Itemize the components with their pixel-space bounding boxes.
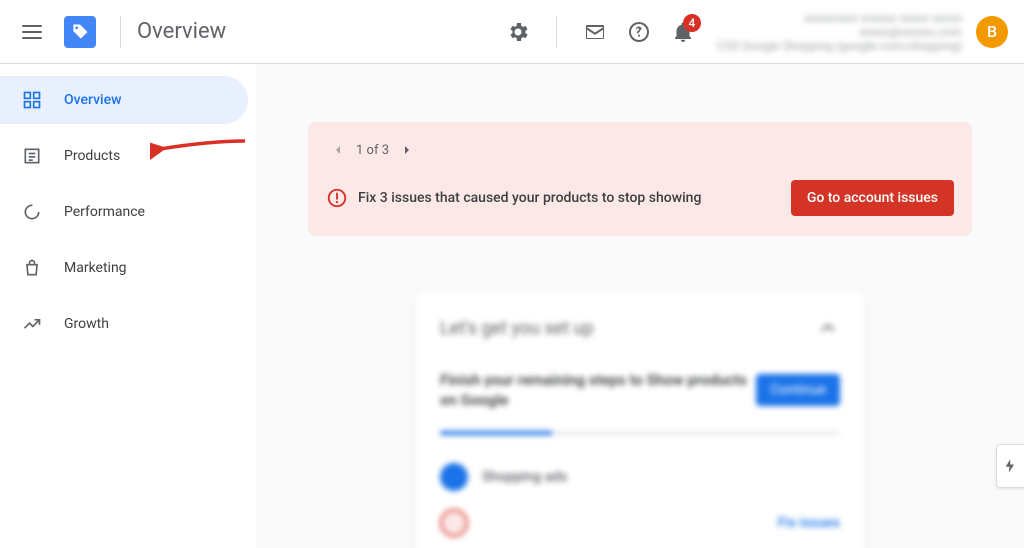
setup-card: Let's get you set up Finish your remaini… (416, 292, 864, 548)
notification-badge: 4 (683, 14, 701, 32)
account-info[interactable]: xxxxxxxxx xxxxxx xxxxx xxxxx xxxxx@xxxxx… (717, 11, 962, 53)
issues-alert-card: 1 of 3 Fix 3 issues that caused your pro… (308, 122, 972, 236)
help-icon (627, 20, 651, 44)
pager-next-button[interactable] (395, 138, 419, 162)
pager-label: 1 of 3 (356, 143, 389, 158)
hamburger-icon (20, 20, 44, 44)
go-to-account-issues-button[interactable]: Go to account issues (791, 180, 954, 216)
step-action[interactable]: Fix issues (778, 515, 840, 531)
step-status-icon (440, 509, 468, 537)
nav-label: Performance (64, 204, 145, 220)
nav-label: Overview (64, 92, 121, 108)
inbox-button[interactable] (575, 12, 615, 52)
nav-item-growth[interactable]: Growth (0, 300, 248, 348)
setup-step-row[interactable]: Shopping ads (440, 463, 840, 491)
error-icon (326, 187, 348, 209)
nav-item-performance[interactable]: Performance (0, 188, 248, 236)
setup-progress-bar (440, 431, 840, 435)
chevron-left-icon (330, 142, 346, 158)
dashboard-icon (20, 88, 44, 112)
list-icon (20, 144, 44, 168)
main-content: 1 of 3 Fix 3 issues that caused your pro… (256, 64, 1024, 548)
header-divider-2 (556, 16, 557, 48)
nav-label: Products (64, 148, 120, 164)
nav-item-overview[interactable]: Overview (0, 76, 248, 124)
gear-icon (506, 20, 530, 44)
alert-pager: 1 of 3 (326, 138, 954, 162)
setup-title: Let's get you set up (440, 318, 816, 339)
nav-item-marketing[interactable]: Marketing (0, 244, 248, 292)
side-navigation: Overview Products Performance Marketing (0, 64, 256, 548)
nav-label: Marketing (64, 260, 127, 276)
chevron-up-icon[interactable] (816, 316, 840, 340)
setup-subhead: Finish your remaining steps to Show prod… (440, 370, 756, 411)
hamburger-menu-button[interactable] (8, 8, 56, 56)
setup-step-row[interactable]: Fix issues (440, 509, 840, 537)
spinner-icon (20, 200, 44, 224)
alert-message: Fix 3 issues that caused your products t… (358, 190, 791, 206)
app-header: Overview 4 xxxxxxxxx xxxxxx xxxxx xxxxx … (0, 0, 1024, 64)
trend-up-icon (20, 312, 44, 336)
settings-button[interactable] (498, 12, 538, 52)
pager-prev-button[interactable] (326, 138, 350, 162)
header-divider (120, 16, 121, 48)
continue-button[interactable]: Continue (756, 374, 840, 406)
help-button[interactable] (619, 12, 659, 52)
mail-icon (583, 20, 607, 44)
step-label: Shopping ads (482, 469, 840, 485)
chevron-right-icon (399, 142, 415, 158)
account-avatar[interactable]: B (976, 16, 1008, 48)
nav-label: Growth (64, 316, 109, 332)
merchant-center-logo[interactable] (60, 12, 100, 52)
step-status-icon (440, 463, 468, 491)
bag-icon (20, 256, 44, 280)
lightning-icon (1002, 457, 1020, 475)
feedback-button[interactable] (996, 444, 1024, 488)
notifications-button[interactable]: 4 (663, 12, 703, 52)
nav-item-products[interactable]: Products (0, 132, 248, 180)
page-title: Overview (137, 19, 226, 44)
price-tag-icon (70, 22, 90, 42)
